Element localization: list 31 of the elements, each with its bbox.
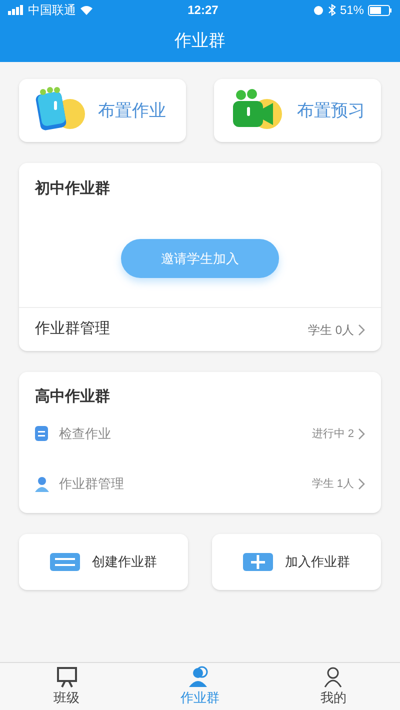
page-title: 作业群: [174, 30, 226, 52]
clock: 12:27: [188, 2, 218, 19]
signal-icon: [8, 5, 24, 15]
card-icon: [50, 553, 80, 571]
battery-percent: 51%: [340, 2, 364, 19]
student-count: 学生 0人: [308, 322, 354, 338]
group-row[interactable]: 检查作业 进行中 2: [35, 409, 365, 459]
invite-button[interactable]: 邀请学生加入: [121, 239, 279, 278]
tab-item[interactable]: 我的: [266, 663, 400, 710]
group-row[interactable]: 作业群管理 学生 1人: [35, 459, 365, 509]
manage-label[interactable]: 作业群管理: [35, 318, 110, 341]
group-title: 初中作业群: [35, 180, 110, 197]
group-action-card[interactable]: 创建作业群: [19, 534, 188, 590]
plus-icon: [243, 553, 273, 571]
group-title: 高中作业群: [35, 388, 110, 405]
person-icon: [35, 476, 49, 492]
quick-action-card[interactable]: 布置预习: [214, 79, 381, 142]
tab-item[interactable]: 作业群: [133, 663, 267, 710]
battery-icon: [368, 4, 392, 16]
group-action-card[interactable]: 加入作业群: [212, 534, 381, 590]
bluetooth-icon: [328, 4, 336, 16]
carrier-name: 中国联通: [28, 2, 76, 19]
chevron-right-icon: [358, 428, 365, 440]
easel-icon: [56, 666, 78, 688]
chevron-right-icon: [358, 478, 365, 490]
quick-action-card[interactable]: 布置作业: [19, 79, 186, 142]
wifi-icon: [80, 5, 93, 15]
person-icon: [322, 666, 344, 688]
document-icon: [35, 426, 49, 442]
tab-item[interactable]: 班级: [0, 663, 134, 710]
chevron-right-icon: [358, 324, 365, 336]
